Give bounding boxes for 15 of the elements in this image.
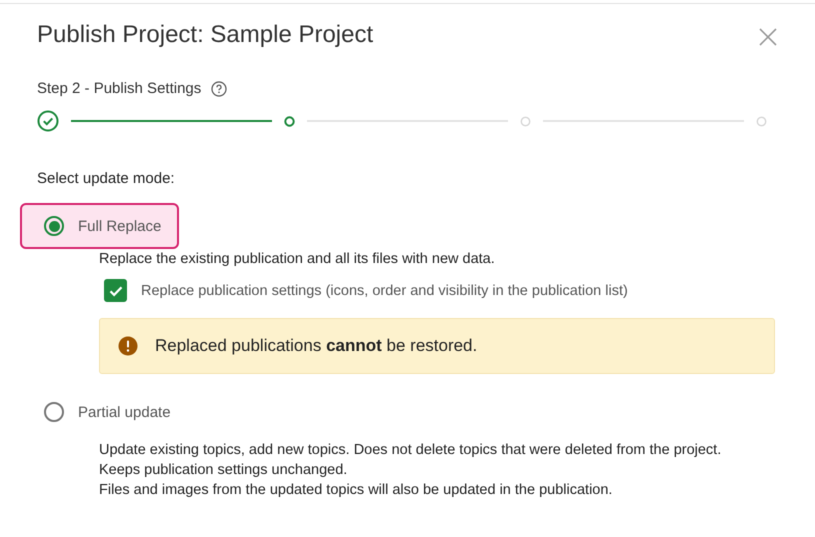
checkbox[interactable]: [104, 279, 127, 302]
warning-icon: [118, 336, 138, 356]
option-description: Update existing topics, add new topics. Does not delete topics that were deleted from the project.: [99, 441, 722, 460]
option-description: Keeps publication settings unchanged.: [99, 461, 348, 480]
radio-option[interactable]: Full Replace: [20, 203, 180, 249]
prompt-text: Select update mode:: [37, 170, 176, 187]
option-description: Files and images from the updated topics will also be updated in the publication.: [99, 481, 614, 500]
step-label: Step 2 - Publish Settings: [37, 80, 202, 97]
help-icon[interactable]: [211, 80, 228, 96]
dialog-title: Publish Project: Sample Project: [37, 21, 374, 49]
radio-option[interactable]: Partial update: [20, 392, 189, 432]
warning-text: Replaced publications cannot be restored.: [155, 336, 478, 356]
option-description: Replace the existing publication and all its files with new data.: [99, 250, 496, 269]
close-icon[interactable]: [759, 28, 777, 46]
checkbox-label: Replace publication settings (icons, order and visibility in the publication list): [141, 282, 628, 298]
